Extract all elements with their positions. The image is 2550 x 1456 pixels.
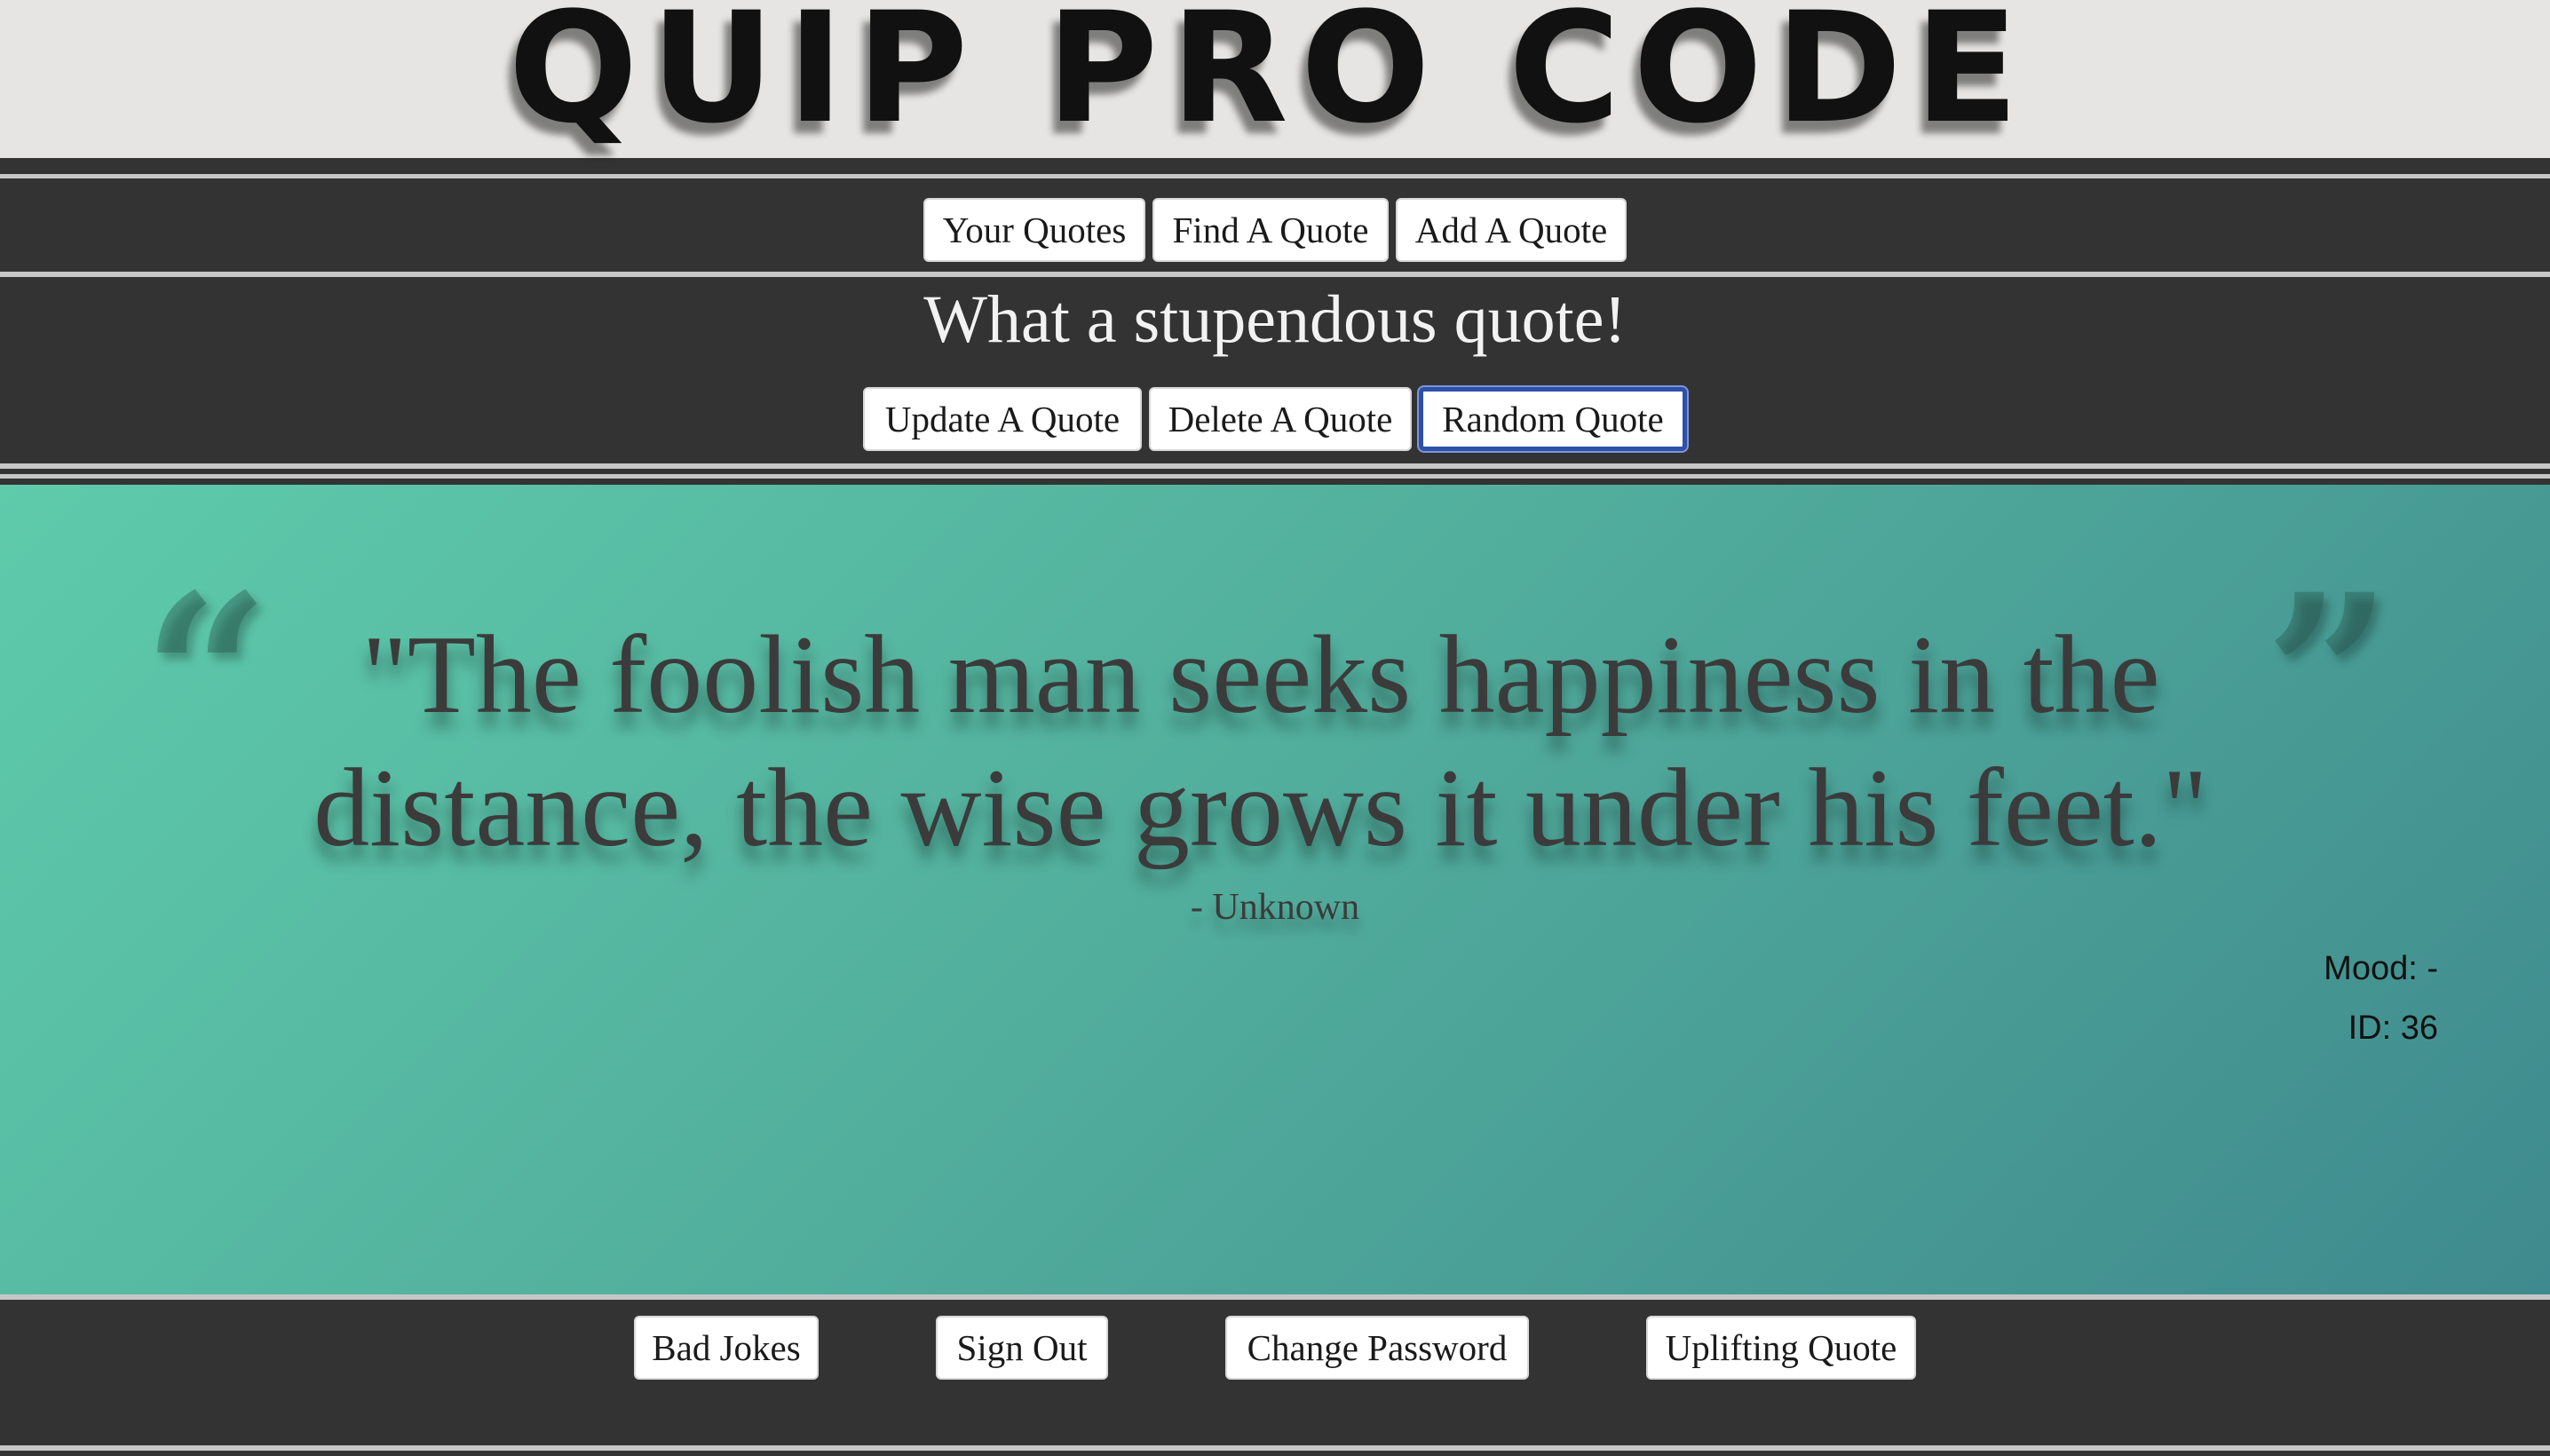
- divider: [0, 174, 2550, 178]
- quote-text: "The foolish man seeks happiness in the …: [313, 613, 2208, 870]
- sign-out-button[interactable]: Sign Out: [936, 1316, 1108, 1380]
- delete-quote-button[interactable]: Delete A Quote: [1149, 387, 1412, 451]
- your-quotes-button[interactable]: Your Quotes: [923, 198, 1145, 262]
- app-logo: QUIP PRO CODE: [508, 0, 2031, 157]
- close-quote-icon: ”: [2264, 545, 2392, 806]
- update-quote-button[interactable]: Update A Quote: [863, 387, 1142, 451]
- add-quote-button[interactable]: Add A Quote: [1396, 198, 1627, 262]
- change-password-button[interactable]: Change Password: [1225, 1316, 1529, 1380]
- bad-jokes-button[interactable]: Bad Jokes: [634, 1316, 819, 1380]
- quote-mood: Mood: -: [2324, 950, 2438, 987]
- random-quote-button[interactable]: Random Quote: [1419, 387, 1687, 451]
- divider: [0, 463, 2550, 469]
- open-quote-icon: “: [142, 545, 270, 806]
- find-quote-button[interactable]: Find A Quote: [1152, 198, 1389, 262]
- main-nav: Your Quotes Find A Quote Add A Quote: [0, 198, 2550, 262]
- uplifting-quote-button[interactable]: Uplifting Quote: [1646, 1316, 1916, 1380]
- quote-actions: Update A Quote Delete A Quote Random Quo…: [0, 387, 2550, 451]
- divider: [0, 474, 2550, 479]
- header: QUIP PRO CODE: [0, 0, 2550, 158]
- footer-nav: Bad Jokes Sign Out Change Password Uplif…: [0, 1316, 2550, 1380]
- divider: [0, 1294, 2550, 1300]
- quote-author: - Unknown: [1190, 887, 1360, 928]
- divider: [0, 1445, 2550, 1451]
- page-tagline: What a stupendous quote!: [923, 282, 1627, 357]
- quote-panel: “ ” "The foolish man seeks happiness in …: [0, 485, 2550, 1294]
- quote-id: ID: 36: [2348, 1009, 2438, 1047]
